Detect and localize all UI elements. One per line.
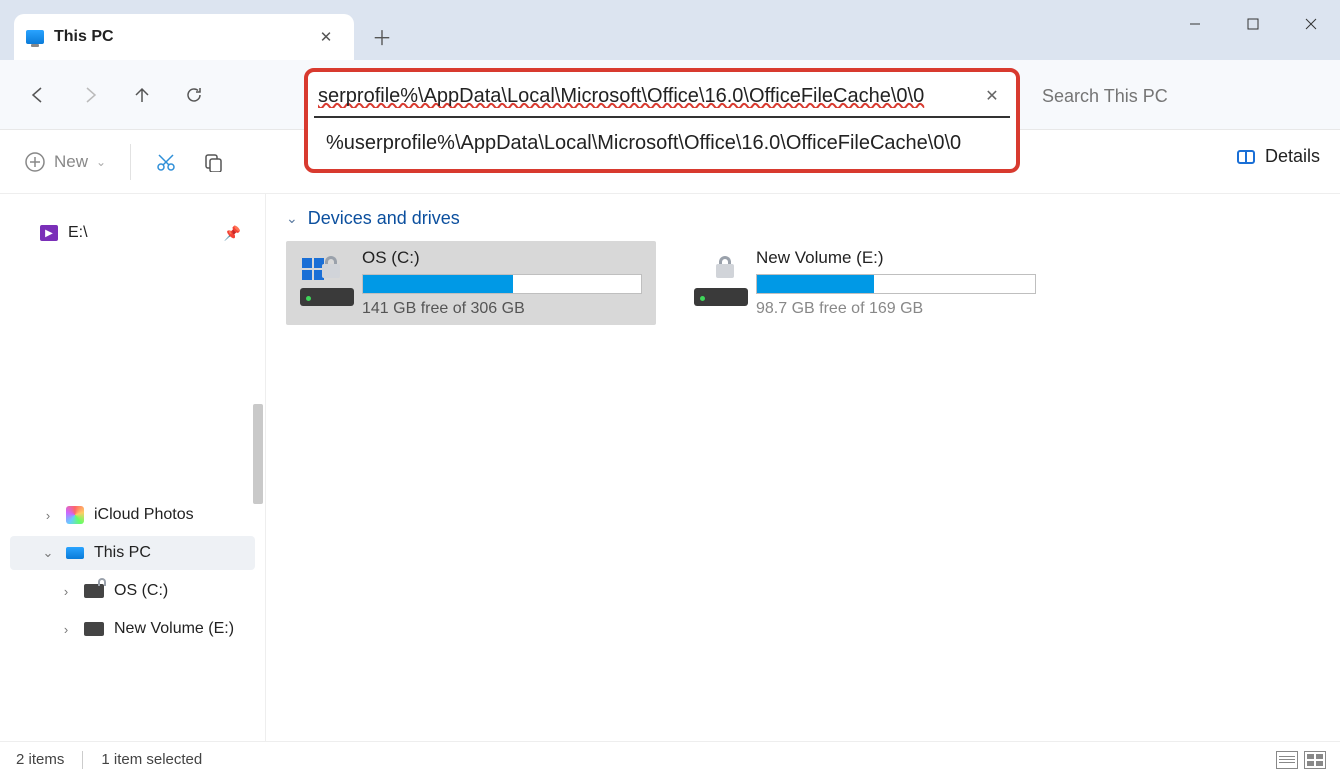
sidebar-pinned-label: E:\ <box>68 224 88 242</box>
maximize-button[interactable] <box>1224 0 1282 48</box>
chevron-down-icon: ⌄ <box>286 210 298 227</box>
tab-this-pc[interactable]: This PC ✕ <box>14 14 354 60</box>
capacity-bar <box>756 274 1036 294</box>
drive-icon <box>84 584 104 598</box>
chevron-right-icon: › <box>58 622 74 637</box>
sidebar-item-this-pc[interactable]: ⌄ This PC <box>10 536 255 570</box>
drive-free-text: 141 GB free of 306 GB <box>362 300 642 318</box>
forward-button[interactable] <box>64 69 116 121</box>
refresh-button[interactable] <box>168 69 220 121</box>
plus-circle-icon <box>24 151 46 173</box>
drives-list: OS (C:) 141 GB free of 306 GB New Volume… <box>286 241 1320 325</box>
sidebar-item-label: New Volume (E:) <box>114 620 234 638</box>
drive-icon <box>694 256 740 310</box>
close-window-button[interactable] <box>1282 0 1340 48</box>
scissors-icon <box>155 151 177 173</box>
list-view-button[interactable] <box>1276 751 1298 769</box>
minimize-button[interactable] <box>1166 0 1224 48</box>
separator <box>82 751 83 769</box>
details-toggle[interactable]: Details <box>1237 146 1320 167</box>
status-bar: 2 items 1 item selected <box>0 741 1340 777</box>
selection-count: 1 item selected <box>101 751 202 768</box>
view-toggles <box>1276 751 1326 769</box>
lock-icon <box>322 256 340 278</box>
up-button[interactable] <box>116 69 168 121</box>
address-bar-container: ✕ %userprofile%\AppData\Local\Microsoft\… <box>304 68 1020 173</box>
search-input[interactable] <box>1042 86 1322 107</box>
new-tab-button[interactable]: ＋ <box>362 16 402 56</box>
grid-view-button[interactable] <box>1304 751 1326 769</box>
icloud-icon <box>66 506 84 524</box>
chevron-down-icon: ⌄ <box>40 545 56 561</box>
address-highlight: ✕ %userprofile%\AppData\Local\Microsoft\… <box>304 68 1020 173</box>
sidebar-item-label: OS (C:) <box>114 582 168 600</box>
chevron-right-icon: › <box>40 508 56 523</box>
pin-icon: 📌 <box>224 225 241 242</box>
search-box[interactable] <box>1042 74 1322 118</box>
drive-icon <box>84 622 104 636</box>
chevron-right-icon: › <box>58 584 74 599</box>
sidebar-item-new-volume[interactable]: › New Volume (E:) <box>10 612 255 646</box>
video-folder-icon: ▶ <box>40 225 58 241</box>
address-clear-button[interactable]: ✕ <box>974 78 1010 114</box>
sidebar-item-icloud[interactable]: › iCloud Photos <box>10 498 255 532</box>
drive-os-c[interactable]: OS (C:) 141 GB free of 306 GB <box>286 241 656 325</box>
group-devices-drives[interactable]: ⌄ Devices and drives <box>286 208 1320 229</box>
details-label: Details <box>1265 146 1320 167</box>
capacity-bar <box>362 274 642 294</box>
drive-name: OS (C:) <box>362 248 642 268</box>
copy-icon <box>203 152 223 172</box>
navigation-pane: ▶ E:\ 📌 › iCloud Photos ⌄ This PC › OS (… <box>0 194 266 741</box>
drive-new-volume-e[interactable]: New Volume (E:) 98.7 GB free of 169 GB <box>680 241 1050 325</box>
lock-icon <box>716 256 734 278</box>
back-button[interactable] <box>12 69 64 121</box>
drive-free-text: 98.7 GB free of 169 GB <box>756 300 1036 318</box>
content-pane: ⌄ Devices and drives OS (C:) 141 GB free… <box>266 194 1340 741</box>
cut-button[interactable] <box>145 145 187 179</box>
sidebar-pinned-e[interactable]: ▶ E:\ 📌 <box>10 216 255 250</box>
tab-title: This PC <box>54 28 302 46</box>
navigation-bar: ✕ %userprofile%\AppData\Local\Microsoft\… <box>0 60 1340 130</box>
address-suggestion[interactable]: %userprofile%\AppData\Local\Microsoft\Of… <box>308 118 1016 169</box>
group-title: Devices and drives <box>308 208 460 229</box>
drive-icon <box>300 256 346 310</box>
drive-name: New Volume (E:) <box>756 248 1036 268</box>
sidebar-item-label: This PC <box>94 544 151 562</box>
sidebar-scrollbar[interactable] <box>253 404 263 504</box>
new-label: New <box>54 152 88 172</box>
new-button[interactable]: New ⌄ <box>14 145 116 179</box>
body: ▶ E:\ 📌 › iCloud Photos ⌄ This PC › OS (… <box>0 194 1340 741</box>
details-icon <box>1237 150 1255 164</box>
titlebar: This PC ✕ ＋ <box>0 0 1340 60</box>
windows-logo-icon <box>302 258 324 280</box>
separator <box>130 144 131 180</box>
chevron-down-icon: ⌄ <box>96 155 106 169</box>
sidebar-item-label: iCloud Photos <box>94 506 194 524</box>
tab-close-button[interactable]: ✕ <box>312 23 340 51</box>
address-input[interactable] <box>318 76 974 116</box>
item-count: 2 items <box>16 751 64 768</box>
this-pc-icon <box>66 547 84 559</box>
copy-button[interactable] <box>193 146 233 178</box>
window-controls <box>1166 0 1340 48</box>
sidebar-item-os-c[interactable]: › OS (C:) <box>10 574 255 608</box>
this-pc-icon <box>26 30 44 44</box>
